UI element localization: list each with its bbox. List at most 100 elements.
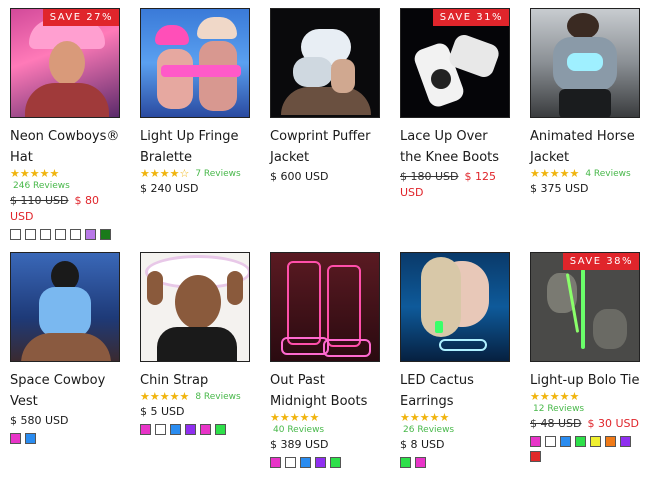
review-count[interactable]: 40 Reviews (273, 424, 380, 436)
sale-badge: SAVE 27% (42, 9, 119, 26)
color-swatch[interactable] (300, 457, 311, 468)
product-card[interactable]: Light Up Fringe Bralette ★★★★☆ 7 Reviews… (140, 8, 250, 197)
product-card[interactable]: SAVE 31% Lace Up Over the Knee Boots $ 1… (400, 8, 510, 201)
color-swatch[interactable] (620, 436, 631, 447)
color-swatch[interactable] (85, 229, 96, 240)
color-swatch[interactable] (575, 436, 586, 447)
product-image[interactable] (270, 8, 380, 118)
color-swatches (270, 457, 380, 468)
product-image[interactable]: SAVE 38% (530, 252, 640, 362)
color-swatch[interactable] (25, 229, 36, 240)
price-row: $ 600 USD (270, 169, 380, 185)
original-price: $ 180 USD (400, 170, 459, 183)
color-swatch[interactable] (70, 229, 81, 240)
color-swatch[interactable] (200, 424, 211, 435)
sale-badge: SAVE 31% (432, 9, 509, 26)
product-image[interactable] (140, 252, 250, 362)
product-title[interactable]: Lace Up Over the Knee Boots (400, 126, 510, 168)
color-swatch[interactable] (140, 424, 151, 435)
review-count[interactable]: 8 Reviews (195, 391, 240, 403)
product-title[interactable]: Animated Horse Jacket (530, 126, 640, 168)
product-card[interactable]: Animated Horse Jacket ★★★★★ 4 Reviews $ … (530, 8, 640, 197)
product-title[interactable]: Light Up Fringe Bralette (140, 126, 250, 168)
product-card[interactable]: Cowprint Puffer Jacket $ 600 USD (270, 8, 380, 185)
price-row: $ 110 USD $ 80 USD (10, 193, 120, 225)
price: $ 375 USD (530, 182, 589, 195)
color-swatches (530, 436, 640, 462)
color-swatch[interactable] (270, 457, 281, 468)
color-swatch[interactable] (40, 229, 51, 240)
product-title[interactable]: LED Cactus Earrings (400, 370, 510, 412)
color-swatch[interactable] (10, 433, 21, 444)
product-card[interactable]: Space Cowboy Vest $ 580 USD (10, 252, 120, 444)
product-image[interactable] (140, 8, 250, 118)
sale-badge: SAVE 38% (562, 253, 639, 270)
color-swatch[interactable] (55, 229, 66, 240)
price-row: $ 180 USD $ 125 USD (400, 169, 510, 201)
review-count[interactable]: 246 Reviews (13, 180, 120, 192)
price: $ 240 USD (140, 182, 199, 195)
rating: ★★★★★ 4 Reviews (530, 168, 640, 180)
product-title[interactable]: Cowprint Puffer Jacket (270, 126, 380, 168)
rating: ★★★★★ (10, 168, 120, 180)
review-count[interactable]: 7 Reviews (195, 168, 240, 180)
product-image[interactable] (400, 252, 510, 362)
product-card[interactable]: Chin Strap ★★★★★ 8 Reviews $ 5 USD (140, 252, 250, 435)
color-swatch[interactable] (590, 436, 601, 447)
rating: ★★★★☆ 7 Reviews (140, 168, 250, 180)
product-card[interactable]: LED Cactus Earrings ★★★★★ 26 Reviews $ 8… (400, 252, 510, 468)
rating: ★★★★★ (400, 412, 510, 424)
sale-price: $ 30 USD (587, 417, 640, 430)
rating-stars: ★★★★★ (140, 390, 190, 403)
product-image[interactable] (10, 252, 120, 362)
color-swatch[interactable] (415, 457, 426, 468)
color-swatch[interactable] (10, 229, 21, 240)
product-card[interactable]: SAVE 38% Light-up Bolo Tie ★★★★★ 12 Revi… (530, 252, 640, 462)
product-grid: SAVE 27% Neon Cowboys® Hat ★★★★★ 246 Rev… (0, 0, 650, 484)
product-title[interactable]: Light-up Bolo Tie (530, 370, 640, 391)
color-swatch[interactable] (100, 229, 111, 240)
original-price: $ 48 USD (530, 417, 582, 430)
color-swatch[interactable] (215, 424, 226, 435)
product-title[interactable]: Out Past Midnight Boots (270, 370, 380, 412)
product-title[interactable]: Chin Strap (140, 370, 250, 391)
product-image[interactable] (270, 252, 380, 362)
review-count[interactable]: 4 Reviews (585, 168, 630, 180)
color-swatch[interactable] (170, 424, 181, 435)
price: $ 600 USD (270, 170, 329, 183)
color-swatch[interactable] (315, 457, 326, 468)
product-image[interactable]: SAVE 31% (400, 8, 510, 118)
color-swatch[interactable] (545, 436, 556, 447)
review-count[interactable]: 12 Reviews (533, 403, 640, 415)
color-swatch[interactable] (530, 436, 541, 447)
price: $ 389 USD (270, 438, 329, 451)
product-title[interactable]: Neon Cowboys® Hat (10, 126, 120, 168)
review-count[interactable]: 26 Reviews (403, 424, 510, 436)
rating-stars: ★★★★★ (530, 390, 580, 403)
color-swatch[interactable] (330, 457, 341, 468)
color-swatch[interactable] (155, 424, 166, 435)
product-card[interactable]: SAVE 27% Neon Cowboys® Hat ★★★★★ 246 Rev… (10, 8, 120, 240)
rating: ★★★★★ 8 Reviews (140, 391, 250, 403)
rating-stars: ★★★★★ (530, 167, 580, 180)
product-image[interactable] (530, 8, 640, 118)
rating: ★★★★★ (270, 412, 380, 424)
product-image[interactable]: SAVE 27% (10, 8, 120, 118)
color-swatch[interactable] (530, 451, 541, 462)
color-swatch[interactable] (285, 457, 296, 468)
color-swatch[interactable] (560, 436, 571, 447)
color-swatches (400, 457, 510, 468)
price-row: $ 580 USD (10, 413, 120, 429)
color-swatch[interactable] (185, 424, 196, 435)
price: $ 580 USD (10, 414, 69, 427)
price-row: $ 389 USD (270, 437, 380, 453)
color-swatch[interactable] (400, 457, 411, 468)
price-row: $ 48 USD $ 30 USD (530, 416, 640, 432)
rating-stars: ★★★★☆ (140, 167, 190, 180)
color-swatch[interactable] (25, 433, 36, 444)
color-swatch[interactable] (605, 436, 616, 447)
product-title[interactable]: Space Cowboy Vest (10, 370, 120, 412)
product-card[interactable]: Out Past Midnight Boots ★★★★★ 40 Reviews… (270, 252, 380, 468)
price-row: $ 375 USD (530, 181, 640, 197)
rating-stars: ★★★★★ (270, 411, 320, 424)
